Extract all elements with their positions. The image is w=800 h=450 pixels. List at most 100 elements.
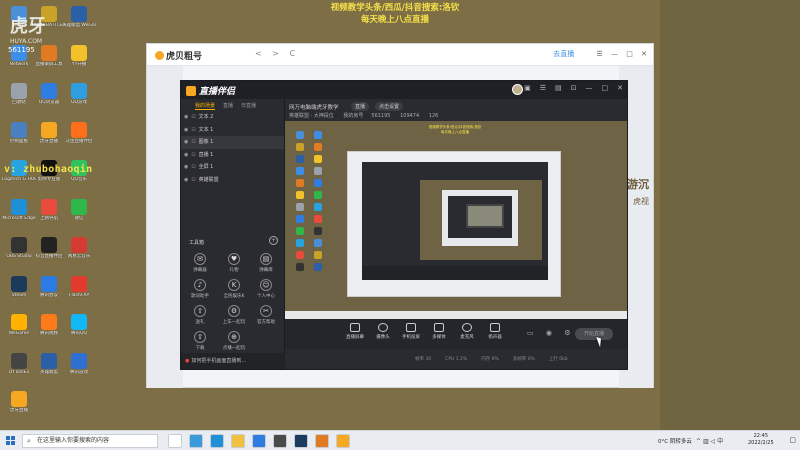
control-button[interactable]: 多媒体 (425, 323, 453, 340)
stream-preview[interactable]: 视频教学头条/西瓜/抖音搜索:洛钦 每天晚上八点直播 (285, 121, 627, 319)
network-icon[interactable]: ▥ (703, 438, 709, 445)
room-title[interactable]: 网万电脑端虎牙教学 (289, 103, 339, 111)
lock-icon[interactable]: ⊡ (191, 139, 195, 145)
volume-icon[interactable]: ◁ (711, 438, 716, 445)
desktop-icon[interactable]: 抖音直播伴侣 (32, 237, 66, 275)
go-live-link[interactable]: 去直播 (553, 50, 574, 58)
tool-item[interactable]: ⇧ 送礼 (185, 305, 215, 325)
window-button-icon[interactable]: ⊡ (571, 84, 577, 92)
ime-icon[interactable]: 中 (717, 438, 723, 445)
start-live-button[interactable]: 开始直播 (575, 328, 613, 340)
taskbar-app-icon[interactable] (231, 434, 245, 448)
close-icon[interactable]: ✕ (641, 50, 647, 58)
desktop-icon[interactable]: 网易云音乐 (62, 237, 96, 275)
browser-logo[interactable]: 虎贝粗号 (155, 49, 202, 62)
taskbar-app-icon[interactable] (189, 434, 203, 448)
tool-item[interactable]: ⚙ 上车一起玩 (219, 305, 249, 325)
taskbar-app-icon[interactable] (336, 434, 350, 448)
eye-icon[interactable]: ◉ (184, 127, 188, 133)
lock-icon[interactable]: ⊡ (191, 164, 195, 170)
eye-icon[interactable]: ◉ (546, 329, 552, 337)
desktop-icon[interactable]: Microsoft Edge (2, 198, 36, 237)
desktop-icon[interactable]: 上网导航 (32, 198, 66, 237)
desktop-icon[interactable]: 直播录屏工具 (32, 44, 66, 83)
desktop-icon[interactable]: YY开播 (62, 44, 96, 83)
tool-item[interactable]: ☺ 个人中心 (251, 279, 281, 299)
refresh-button[interactable]: C (290, 49, 296, 58)
taskbar-app-icon[interactable] (273, 434, 287, 448)
scene-tab[interactable]: 直播 (223, 103, 233, 109)
menu-icon[interactable]: ☰ (597, 50, 603, 58)
window-button-icon[interactable]: ▣ (524, 84, 531, 92)
control-button[interactable]: 扬声器 (481, 323, 509, 340)
eye-icon[interactable]: ◉ (184, 114, 188, 120)
desktop-icon[interactable]: 腾讯视频 (32, 314, 66, 352)
scene-item[interactable]: ◉ ⊡ 文本 1 (181, 124, 284, 137)
tool-item[interactable]: ✉ 弹幕器 (185, 253, 215, 273)
game-category[interactable]: 英雄联盟 · 大神段位 (289, 113, 334, 119)
windows-start-icon[interactable] (6, 436, 16, 446)
desktop-icon[interactable]: 虎牙直播 (32, 121, 66, 160)
lock-icon[interactable]: ⊡ (191, 127, 195, 133)
scene-item[interactable]: ◉ ⊡ 文本 2 (181, 111, 284, 124)
taskbar-app-icon[interactable] (168, 434, 182, 448)
taskbar-app-icon[interactable] (252, 434, 266, 448)
taskbar-app-icon[interactable] (315, 434, 329, 448)
eye-icon[interactable]: ◉ (184, 152, 188, 158)
desktop-icon[interactable]: QQ浏览器 (32, 83, 66, 121)
desktop-icon[interactable]: OBS Studio (2, 237, 36, 275)
scene-tab[interactable]: 日直播 (241, 103, 256, 109)
add-tool-button[interactable]: + (269, 236, 278, 245)
taskbar-app-icon[interactable] (210, 434, 224, 448)
back-button[interactable]: < (255, 49, 262, 58)
desktop-icon[interactable]: FlashFXP (62, 275, 96, 314)
desktop-icon[interactable]: Steam (2, 275, 36, 314)
desktop-icon[interactable]: 回收站 (2, 83, 36, 121)
window-button-icon[interactable]: — (586, 84, 593, 92)
taskbar-app-icon[interactable] (294, 434, 308, 448)
tool-item[interactable]: ⊕ 点播一起玩 (219, 331, 249, 351)
desktop-icon[interactable]: DYToolEx (2, 352, 36, 391)
settings-icon[interactable]: ⚙ (564, 329, 570, 337)
window-button-icon[interactable]: □ (602, 84, 609, 92)
desktop-icon[interactable]: WeGame (2, 314, 36, 352)
eye-icon[interactable]: ◉ (184, 139, 188, 145)
scene-tab[interactable]: 我的场景 (195, 103, 216, 110)
desktop-icon[interactable]: 虎牙直播 (2, 391, 36, 429)
notification-icon[interactable]: ▢ (789, 436, 796, 444)
control-button[interactable]: 直播屏幕 (341, 323, 369, 340)
lock-icon[interactable]: ⊡ (191, 177, 195, 183)
desktop-icon[interactable]: 腾讯QQ (62, 314, 96, 352)
scene-item[interactable]: ◉ ⊡ 图像 1 (181, 136, 284, 149)
tool-item[interactable]: K 全民娱乐K (219, 279, 249, 299)
scene-item[interactable]: ◉ ⊡ 全屏 1 (181, 161, 284, 174)
maximize-icon[interactable]: □ (626, 50, 633, 58)
record-icon[interactable]: ▭ (527, 329, 534, 337)
minimize-icon[interactable]: — (611, 50, 618, 58)
settings-pill[interactable]: 点击设置 (375, 102, 404, 111)
desktop-icon[interactable]: 腾讯游戏 (62, 352, 96, 391)
eye-icon[interactable]: ◉ (184, 164, 188, 170)
chevron-up-icon[interactable]: ^ (696, 438, 701, 445)
window-button-icon[interactable]: ▤ (555, 84, 562, 92)
tool-item[interactable]: ♥ 礼物 (219, 253, 249, 273)
tool-item[interactable]: ♪ 歌词助手 (185, 279, 215, 299)
help-tip[interactable]: ● 如何把手机画面直播到… (181, 353, 285, 369)
tool-item[interactable]: ⇧ 下载 (185, 331, 215, 351)
lock-icon[interactable]: ⊡ (191, 114, 195, 120)
tool-item[interactable]: ▤ 弹幕库 (251, 253, 281, 273)
forward-button[interactable]: > (272, 49, 279, 58)
lock-icon[interactable]: ⊡ (191, 152, 195, 158)
tool-item[interactable]: ✂ 官方帮助 (251, 305, 281, 325)
window-button-icon[interactable]: ☰ (540, 84, 546, 92)
eye-icon[interactable]: ◉ (184, 177, 188, 183)
weather-widget[interactable]: 0°C 阴转多云 (658, 437, 692, 445)
clock[interactable]: 22:45 2022/2/25 (748, 433, 774, 447)
taskbar-search-input[interactable]: ⌕ 在这里输入你要搜索的内容 (22, 434, 158, 448)
window-button-icon[interactable]: ✕ (617, 84, 623, 92)
live-pill[interactable]: 直播 (351, 102, 370, 111)
scene-item[interactable]: ◉ ⊡ 英雄联盟 (181, 174, 284, 187)
control-button[interactable]: 麦克风 (453, 323, 481, 340)
desktop-icon[interactable]: 斗鱼直播伴侣 (62, 121, 96, 160)
desktop-icon[interactable]: 英雄联盟 WeGame版 (62, 6, 96, 44)
